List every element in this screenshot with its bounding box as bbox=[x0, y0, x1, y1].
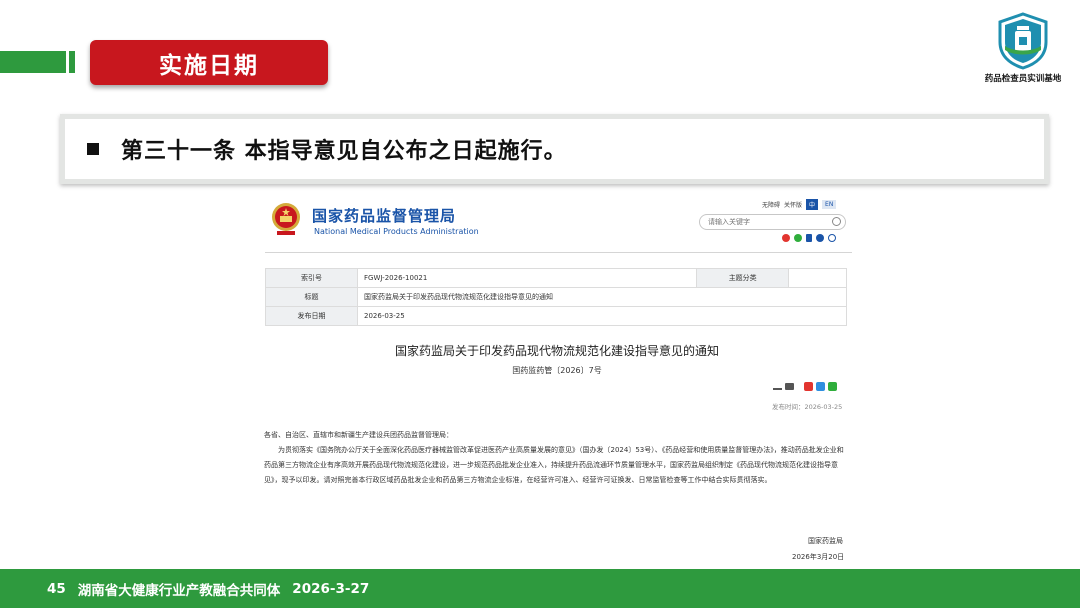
article-box: 第三十一条 本指导意见自公布之日起施行。 bbox=[60, 114, 1049, 184]
section-title: 实施日期 bbox=[159, 52, 259, 79]
table-row: 标题 国家药监局关于印发药品现代物流规范化建设指导意见的通知 bbox=[265, 287, 847, 307]
national-emblem-icon bbox=[272, 203, 300, 235]
top-links: 无障碍 关怀版 中 EN bbox=[762, 199, 837, 210]
care-mode-link[interactable]: 关怀版 bbox=[784, 200, 802, 209]
weibo-icon[interactable] bbox=[782, 234, 790, 242]
category-value bbox=[788, 268, 847, 288]
header-divider bbox=[265, 252, 852, 253]
print-icon[interactable] bbox=[785, 383, 794, 390]
signature: 国家药监局 bbox=[808, 537, 843, 545]
title-value: 国家药监局关于印发药品现代物流规范化建设指导意见的通知 bbox=[357, 287, 847, 307]
download-icon[interactable] bbox=[773, 383, 782, 390]
body-paragraph: 为贯彻落实《国务院办公厅关于全面深化药品医疗器械监管改革促进医药产业高质量发展的… bbox=[264, 446, 844, 484]
publish-time: 发布时间：2026-03-25 bbox=[772, 403, 843, 411]
social-icons bbox=[782, 234, 836, 242]
page-number: 45 bbox=[47, 580, 66, 597]
search-icon[interactable] bbox=[832, 217, 841, 226]
agency-name-cn: 国家药品监督管理局 bbox=[312, 207, 457, 225]
section-title-box: 实施日期 bbox=[90, 40, 328, 85]
wechat-icon[interactable] bbox=[794, 234, 802, 242]
table-row: 发布日期 2026-03-25 bbox=[265, 306, 847, 326]
accessibility-link[interactable]: 无障碍 bbox=[762, 200, 780, 209]
index-value: FGWJ-2026-10021 bbox=[356, 268, 698, 288]
sign-date: 2026年3月20日 bbox=[792, 553, 845, 561]
nmpa-webpage-screenshot: 国家药品监督管理局 National Medical Products Admi… bbox=[262, 195, 852, 565]
article-text: 第三十一条 本指导意见自公布之日起施行。 bbox=[121, 139, 567, 164]
article-tools bbox=[773, 382, 837, 391]
search-input[interactable] bbox=[699, 214, 846, 230]
index-label: 索引号 bbox=[265, 268, 358, 288]
header-accent-tick bbox=[69, 51, 75, 73]
mobile-icon[interactable] bbox=[806, 234, 812, 242]
category-label: 主题分类 bbox=[696, 268, 790, 288]
share-weibo-icon[interactable] bbox=[804, 382, 813, 391]
training-base-logo: 药品检查员实训基地 bbox=[976, 12, 1070, 86]
footer-date: 2026-3-27 bbox=[292, 580, 370, 597]
footer-bar: 45 湖南省大健康行业产教融合共同体 2026-3-27 bbox=[0, 569, 1080, 608]
square-bullet-icon bbox=[87, 143, 99, 155]
salutation: 各省、自治区、直辖市和新疆生产建设兵团药品监督管理局： bbox=[264, 431, 453, 439]
app-icon[interactable] bbox=[816, 234, 824, 242]
notice-title: 国家药监局关于印发药品现代物流规范化建设指导意见的通知 bbox=[394, 344, 719, 358]
share-qzone-icon[interactable] bbox=[816, 382, 825, 391]
notice-number: 国药监药管〔2026〕7号 bbox=[512, 366, 602, 375]
table-row: 索引号 FGWJ-2026-10021 主题分类 bbox=[265, 268, 847, 288]
date-label: 发布日期 bbox=[265, 306, 358, 326]
lang-en-button[interactable]: EN bbox=[822, 200, 837, 209]
title-label: 标题 bbox=[265, 287, 358, 307]
date-value: 2026-03-25 bbox=[357, 306, 847, 326]
footer-org: 湖南省大健康行业产教融合共同体 bbox=[77, 582, 281, 599]
user-icon[interactable] bbox=[828, 234, 836, 242]
logo-caption: 药品检查员实训基地 bbox=[984, 74, 1062, 84]
agency-name-en: National Medical Products Administration bbox=[314, 227, 479, 236]
shield-icon bbox=[998, 12, 1048, 70]
header-accent-bar bbox=[0, 51, 66, 73]
share-wechat-icon[interactable] bbox=[828, 382, 837, 391]
lang-cn-button[interactable]: 中 bbox=[806, 199, 819, 210]
notice-body: 各省、自治区、直辖市和新疆生产建设兵团药品监督管理局： 为贯彻落实《国务院办公厅… bbox=[264, 428, 849, 488]
document-meta-table: 索引号 FGWJ-2026-10021 主题分类 标题 国家药监局关于印发药品现… bbox=[265, 268, 847, 326]
